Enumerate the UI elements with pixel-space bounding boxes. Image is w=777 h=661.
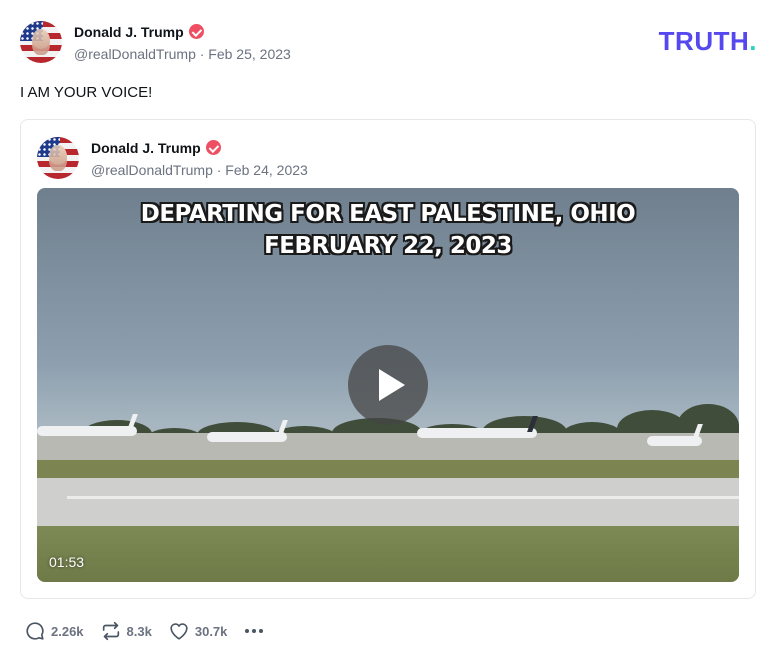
truth-social-logo[interactable]: TRUTH. [659, 28, 757, 54]
author-avatar[interactable] [20, 21, 62, 63]
video-caption: DEPARTING FOR EAST PALESTINE, OHIO FEBRU… [37, 198, 739, 262]
heart-icon [170, 623, 188, 640]
like-button[interactable]: 30.7k [168, 620, 228, 642]
post-actions: 2.26k 8.3k 30.7k [24, 619, 264, 643]
video-scene-runway [37, 478, 739, 526]
retruth-count: 8.3k [126, 623, 152, 639]
retruth-button[interactable]: 8.3k [100, 620, 152, 642]
quoted-author-name[interactable]: Donald J. Trump [91, 140, 201, 156]
retruth-icon [102, 621, 119, 641]
author-name-row[interactable]: Donald J. Trump [74, 24, 204, 40]
video-caption-line2: FEBRUARY 22, 2023 [264, 233, 512, 259]
quoted-author-avatar[interactable] [37, 137, 79, 179]
logo-text: TRUTH [658, 26, 750, 56]
post-text: I AM YOUR VOICE! [20, 84, 153, 101]
more-dot [252, 629, 257, 633]
quoted-author-name-row[interactable]: Donald J. Trump [91, 140, 221, 156]
more-icon[interactable] [245, 629, 264, 633]
more-dot [259, 629, 264, 633]
video-scene-plane [207, 432, 287, 442]
quoted-author-handle-date[interactable]: @realDonaldTrump · Feb 24, 2023 [91, 162, 308, 178]
reply-button[interactable]: 2.26k [24, 620, 84, 642]
video-duration: 01:53 [49, 554, 85, 570]
verified-badge-icon [205, 140, 221, 155]
video-scene-grass [37, 460, 739, 478]
play-icon[interactable] [348, 345, 428, 425]
author-handle-date[interactable]: @realDonaldTrump · Feb 25, 2023 [74, 46, 291, 62]
more-dot [245, 629, 250, 633]
video-scene-grass [37, 526, 739, 582]
video-scene-plane [37, 426, 137, 436]
video-scene-plane [647, 436, 702, 446]
author-name[interactable]: Donald J. Trump [74, 24, 184, 40]
video-player[interactable]: DEPARTING FOR EAST PALESTINE, OHIO FEBRU… [37, 188, 739, 582]
like-count: 30.7k [194, 623, 228, 639]
video-scene-plane [417, 428, 537, 438]
video-caption-line1: DEPARTING FOR EAST PALESTINE, OHIO [140, 201, 636, 227]
logo-dot: . [749, 26, 757, 56]
comment-icon [26, 622, 44, 640]
verified-badge-icon [188, 24, 204, 39]
reply-count: 2.26k [51, 623, 84, 639]
